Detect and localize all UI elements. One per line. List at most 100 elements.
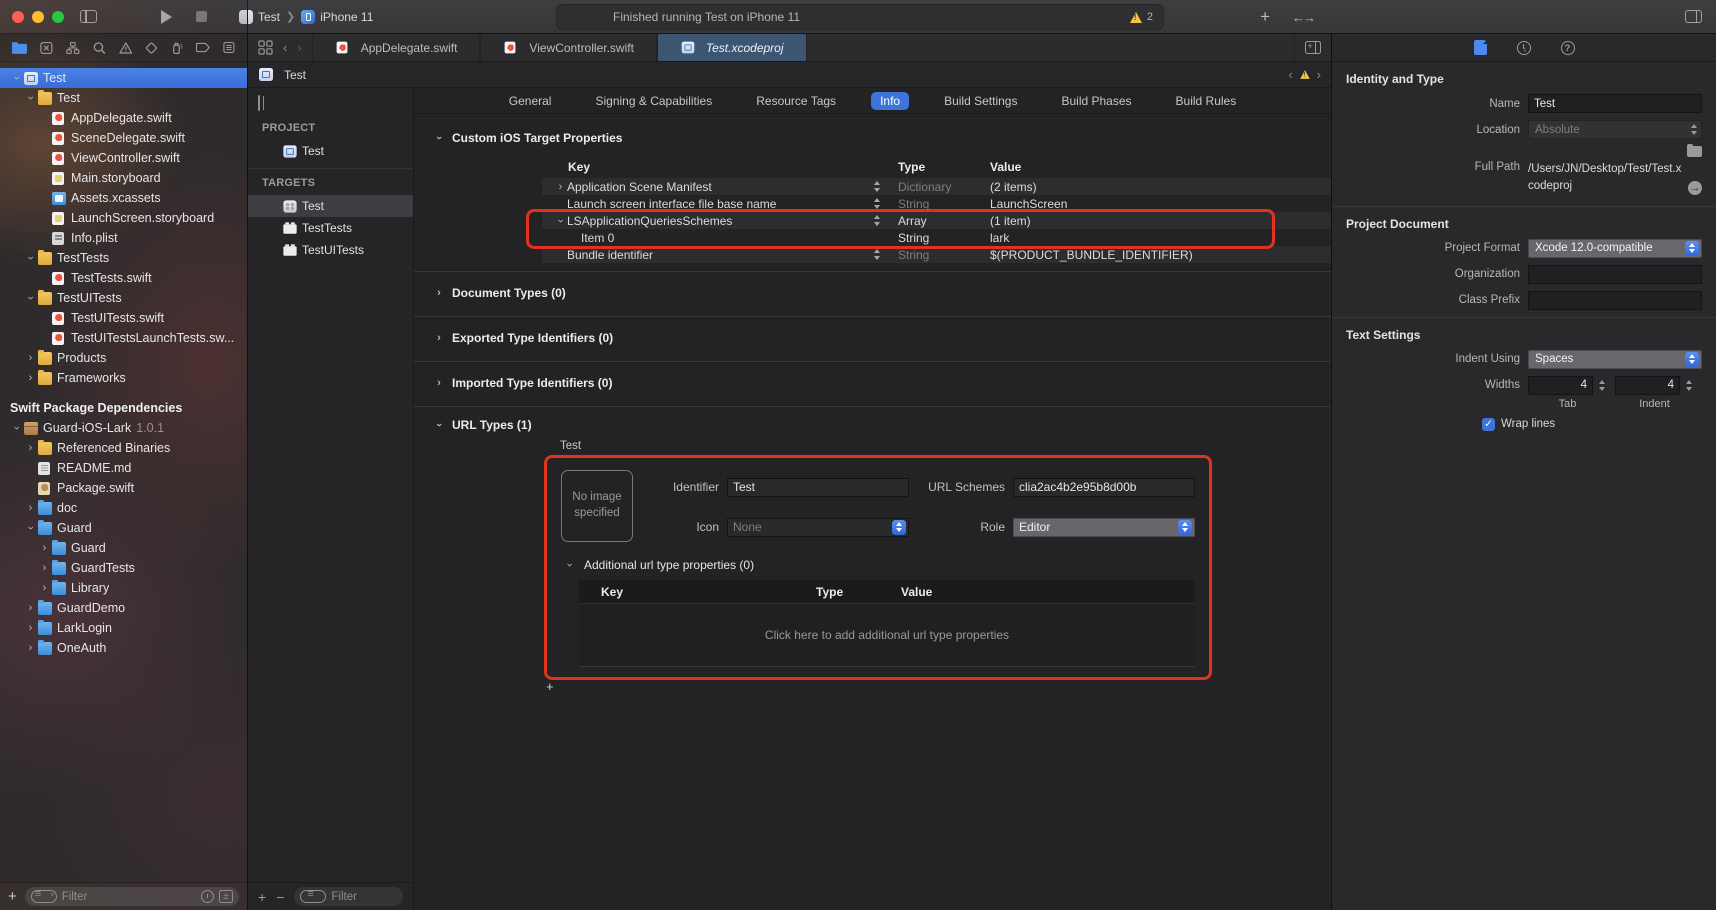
disclosure-chevron-icon[interactable]: › <box>25 252 37 265</box>
settings-tab[interactable]: Resource Tags <box>747 92 845 110</box>
issue-warning-icon[interactable] <box>1300 70 1310 79</box>
targets-filter-field[interactable]: Filter <box>294 887 403 906</box>
help-inspector-icon[interactable]: ? <box>1561 41 1575 55</box>
remove-target-button[interactable]: − <box>276 889 284 905</box>
wrap-lines-checkbox[interactable]: ✓ <box>1482 418 1495 431</box>
tree-row[interactable]: › Test <box>0 68 247 88</box>
disclosure-chevron-icon[interactable]: › <box>24 602 37 614</box>
tree-row[interactable]: › TestTests <box>0 248 247 268</box>
tab-overview-icon[interactable] <box>258 40 273 55</box>
organization-input[interactable] <box>1528 265 1702 284</box>
settings-tab[interactable]: General <box>500 92 561 110</box>
add-editor-icon[interactable] <box>1305 41 1321 54</box>
reveal-in-finder-arrow-icon[interactable]: → <box>1688 181 1702 195</box>
tree-row[interactable]: › TestUITests.swift <box>0 308 247 328</box>
tree-row[interactable]: › Referenced Binaries <box>0 438 247 458</box>
section-chevron-icon[interactable]: › <box>433 133 445 143</box>
tree-row[interactable]: › Products <box>0 348 247 368</box>
icon-dropdown[interactable]: None <box>727 518 909 537</box>
source-control-navigator-icon[interactable] <box>40 41 53 55</box>
tree-row[interactable]: › Guard-iOS-Lark 1.0.1 <box>0 418 247 438</box>
library-add-button[interactable]: + <box>1260 7 1270 27</box>
row-chevron-icon[interactable]: › <box>554 181 567 193</box>
tree-row[interactable]: › OneAuth <box>0 638 247 658</box>
editor-tab[interactable]: Test.xcodeproj <box>657 34 807 61</box>
disclosure-chevron-icon[interactable]: › <box>24 622 37 634</box>
section-chevron-icon[interactable]: › <box>434 287 444 299</box>
tree-row[interactable]: › SceneDelegate.swift <box>0 128 247 148</box>
editor-tab[interactable]: AppDelegate.swift <box>312 34 481 61</box>
disclosure-chevron-icon[interactable]: › <box>24 642 37 654</box>
toggle-inspector-button[interactable] <box>1685 10 1702 23</box>
breakpoint-navigator-icon[interactable] <box>196 41 211 54</box>
disclosure-chevron-icon[interactable]: › <box>25 292 37 305</box>
disclosure-chevron-icon[interactable]: › <box>38 542 51 554</box>
toggle-navigator-button[interactable] <box>80 10 97 23</box>
tree-row[interactable]: › README.md <box>0 458 247 478</box>
tree-row[interactable]: › LaunchScreen.storyboard <box>0 208 247 228</box>
tab-width-input[interactable]: 4 <box>1528 376 1593 395</box>
disclosure-chevron-icon[interactable]: › <box>24 502 37 514</box>
type-stepper-icon[interactable] <box>872 214 883 227</box>
type-stepper-icon[interactable] <box>872 197 883 210</box>
collapsed-section-header[interactable]: › Exported Type Identifiers (0) <box>434 323 1331 353</box>
tree-row[interactable]: › Info.plist <box>0 228 247 248</box>
collapsed-section-header[interactable]: › Document Types (0) <box>434 278 1331 308</box>
url-schemes-input[interactable]: clia2ac4b2e95b8d00b <box>1013 478 1195 497</box>
tree-row[interactable]: › doc <box>0 498 247 518</box>
location-dropdown[interactable]: Absolute <box>1528 120 1702 139</box>
type-stepper-icon[interactable] <box>872 180 883 193</box>
settings-tab[interactable]: Build Phases <box>1052 92 1140 110</box>
choose-location-button[interactable] <box>1684 146 1702 157</box>
test-navigator-icon[interactable] <box>145 41 158 55</box>
project-navigator-icon[interactable] <box>12 41 27 55</box>
name-input[interactable]: Test <box>1528 94 1702 113</box>
minimize-window-button[interactable] <box>32 11 44 23</box>
tree-row[interactable]: › GuardDemo <box>0 598 247 618</box>
table-row[interactable]: › LSApplicationQueriesSchemes Array (1 i… <box>542 212 1331 229</box>
target-item[interactable]: TestTests <box>248 217 413 239</box>
section-chevron-icon[interactable]: › <box>564 559 576 572</box>
table-row[interactable]: › Launch screen interface file base name… <box>542 195 1331 212</box>
symbol-navigator-icon[interactable] <box>66 41 80 55</box>
tree-row[interactable]: › Test <box>0 88 247 108</box>
hide-project-list-button[interactable] <box>258 96 413 110</box>
tree-row[interactable]: › Library <box>0 578 247 598</box>
report-navigator-icon[interactable] <box>223 41 235 54</box>
tree-row[interactable]: › ViewController.swift <box>0 148 247 168</box>
disclosure-chevron-icon[interactable]: › <box>38 582 51 594</box>
disclosure-chevron-icon[interactable]: › <box>24 352 37 364</box>
navigator-filter-field[interactable]: Filter ± <box>25 887 239 906</box>
tree-row[interactable]: › TestUITestsLaunchTests.sw... <box>0 328 247 348</box>
tree-row[interactable]: › GuardTests <box>0 558 247 578</box>
add-file-button[interactable]: + <box>8 888 17 905</box>
tree-row[interactable]: › LarkLogin <box>0 618 247 638</box>
role-dropdown[interactable]: Editor <box>1013 518 1195 537</box>
file-inspector-icon[interactable] <box>1474 40 1487 55</box>
tree-row[interactable]: › TestUITests <box>0 288 247 308</box>
table-row[interactable]: › Item 0 String lark <box>542 229 1331 246</box>
breadcrumb[interactable]: Test <box>284 68 306 82</box>
section-chevron-icon[interactable]: › <box>434 332 444 344</box>
stepper-icon[interactable] <box>1597 379 1607 392</box>
go-forward-button[interactable]: › <box>297 40 301 55</box>
tree-row[interactable]: › Assets.xcassets <box>0 188 247 208</box>
indent-width-input[interactable]: 4 <box>1615 376 1680 395</box>
settings-tab[interactable]: Signing & Capabilities <box>586 92 721 110</box>
add-additional-property-action[interactable]: Click here to add additional url type pr… <box>579 604 1195 666</box>
project-format-dropdown[interactable]: Xcode 12.0-compatible <box>1528 239 1702 258</box>
class-prefix-input[interactable] <box>1528 291 1702 310</box>
editor-tab[interactable]: ViewController.swift <box>480 34 656 61</box>
url-type-image-well[interactable]: No image specified <box>561 470 633 542</box>
scheme-device-name[interactable]: iPhone 11 <box>320 10 373 24</box>
type-stepper-icon[interactable] <box>872 248 883 261</box>
close-window-button[interactable] <box>12 11 24 23</box>
tree-row[interactable]: › Guard <box>0 518 247 538</box>
table-row[interactable]: › Application Scene Manifest Dictionary … <box>542 178 1331 195</box>
tree-row[interactable]: › AppDelegate.swift <box>0 108 247 128</box>
history-inspector-icon[interactable] <box>1517 41 1531 55</box>
row-chevron-icon[interactable]: › <box>555 214 567 227</box>
tree-row[interactable]: › Swift Package Dependencies <box>0 398 247 418</box>
target-item[interactable]: Test <box>248 195 413 217</box>
section-chevron-icon[interactable]: › <box>434 377 444 389</box>
